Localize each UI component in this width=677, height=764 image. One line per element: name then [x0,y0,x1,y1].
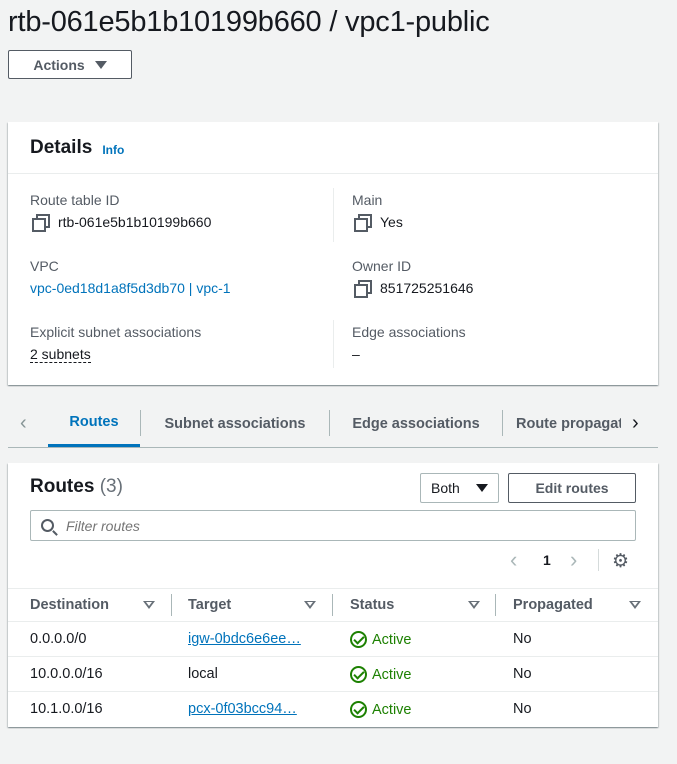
status-text: Active [372,701,412,718]
edge-associations-value: – [352,346,360,362]
column-header-propagated[interactable]: Propagated [513,597,593,613]
subnets-popover-trigger[interactable]: 2 subnets [30,346,91,363]
status-badge: Active [350,631,412,648]
prev-page-icon[interactable]: ‹ [510,547,517,573]
route-table-id-field: Route table ID rtb-061e5b1b10199b660 [30,192,212,232]
tabs-scroll-left-icon[interactable]: ‹ [20,412,27,435]
sort-icon[interactable] [143,601,155,609]
next-page-icon[interactable]: › [570,547,577,573]
details-header: Details Info [8,122,658,174]
tab-edge-associations[interactable]: Edge associations [330,400,502,447]
edge-associations-label: Edge associations [352,324,466,340]
edit-routes-button[interactable]: Edit routes [508,473,636,503]
filter-routes-input[interactable] [66,517,606,534]
tab-route-propagation[interactable]: Route propagation [516,400,621,447]
column-header-target[interactable]: Target [188,597,231,613]
route-filter-select[interactable]: Both [420,473,499,503]
sort-icon[interactable] [468,601,480,609]
column-header-destination[interactable]: Destination [30,597,109,613]
owner-id-field: Owner ID 851725251646 [352,258,474,298]
table-row: 10.1.0.0/16 pcx-0f03bcc94… Active No [8,692,658,727]
check-circle-icon [350,666,367,683]
destination-cell: 0.0.0.0/0 [30,631,87,647]
column-separator[interactable] [495,594,496,616]
propagated-cell: No [513,666,532,682]
owner-id-label: Owner ID [352,258,412,274]
destination-cell: 10.0.0.0/16 [30,666,103,682]
details-title: Details [30,136,93,158]
copy-icon[interactable] [32,214,50,232]
column-divider [333,320,334,368]
main-field: Main Yes [352,192,403,232]
routes-title-text: Routes [30,476,95,497]
pagination: ‹ [510,547,517,573]
tab-separator [502,410,503,436]
caret-down-icon [94,60,107,69]
destination-cell: 10.1.0.0/16 [30,701,103,717]
page-title: rtb-061e5b1b10199b660 / vpc1-public [8,6,490,38]
pager-separator [598,549,599,571]
routes-title: Routes (3) [30,476,123,498]
propagated-cell: No [513,701,532,717]
column-divider [333,188,334,242]
target-link[interactable]: igw-0bdc6e6ee… [188,631,301,647]
status-text: Active [372,666,412,683]
details-panel: Details Info Route table ID rtb-061e5b1b… [8,122,658,385]
owner-id-value: 851725251646 [380,280,474,296]
info-link[interactable]: Info [102,143,124,157]
sort-icon[interactable] [629,601,641,609]
main-label: Main [352,192,383,208]
column-separator[interactable] [171,594,172,616]
status-badge: Active [350,666,412,683]
table-row: 10.0.0.0/16 local Active No [8,657,658,692]
route-filter-select-value: Both [431,480,460,496]
target-link[interactable]: pcx-0f03bcc94… [188,701,297,717]
filter-routes-box[interactable] [30,510,636,541]
vpc-field: VPC vpc-0ed18d1a8f5d3db70 | vpc-1 [30,258,231,296]
check-circle-icon [350,701,367,718]
vpc-link[interactable]: vpc-0ed18d1a8f5d3db70 | vpc-1 [30,280,231,296]
search-icon [41,519,54,532]
table-row: 0.0.0.0/0 igw-0bdc6e6ee… Active No [8,622,658,657]
check-circle-icon [350,631,367,648]
route-table-id-value: rtb-061e5b1b10199b660 [58,214,212,230]
tab-routes[interactable]: Routes [48,400,140,447]
route-table-id-label: Route table ID [30,192,120,208]
copy-icon[interactable] [354,214,372,232]
main-value: Yes [380,214,403,230]
routes-count: (3) [99,476,123,497]
explicit-subnet-field: Explicit subnet associations 2 subnets [30,324,201,363]
tab-subnet-associations[interactable]: Subnet associations [141,400,329,447]
vpc-label: VPC [30,258,59,274]
target-cell: local [188,666,218,682]
propagated-cell: No [513,631,532,647]
page-number-wrap: 1 [543,552,551,568]
actions-label: Actions [33,56,85,73]
tabs-bar: ‹ Routes Subnet associations Edge associ… [8,400,658,448]
next-page-wrap: › [570,547,577,573]
gear-icon[interactable]: ⚙ [612,550,629,573]
sort-icon[interactable] [304,601,316,609]
copy-icon[interactable] [354,280,372,298]
routes-panel: Routes (3) Both Edit routes ‹ 1 › ⚙ Dest… [8,463,658,727]
edge-associations-field: Edge associations – [352,324,466,362]
explicit-subnet-label: Explicit subnet associations [30,324,202,340]
status-badge: Active [350,701,412,718]
page-number[interactable]: 1 [543,552,551,568]
tabs-scroll-right-icon[interactable]: › [632,412,639,435]
status-text: Active [372,631,412,648]
column-separator[interactable] [332,594,333,616]
actions-button[interactable]: Actions [8,50,132,79]
caret-down-icon [476,484,488,492]
table-header: Destination Target Status Propagated [8,588,658,622]
column-header-status[interactable]: Status [350,597,394,613]
